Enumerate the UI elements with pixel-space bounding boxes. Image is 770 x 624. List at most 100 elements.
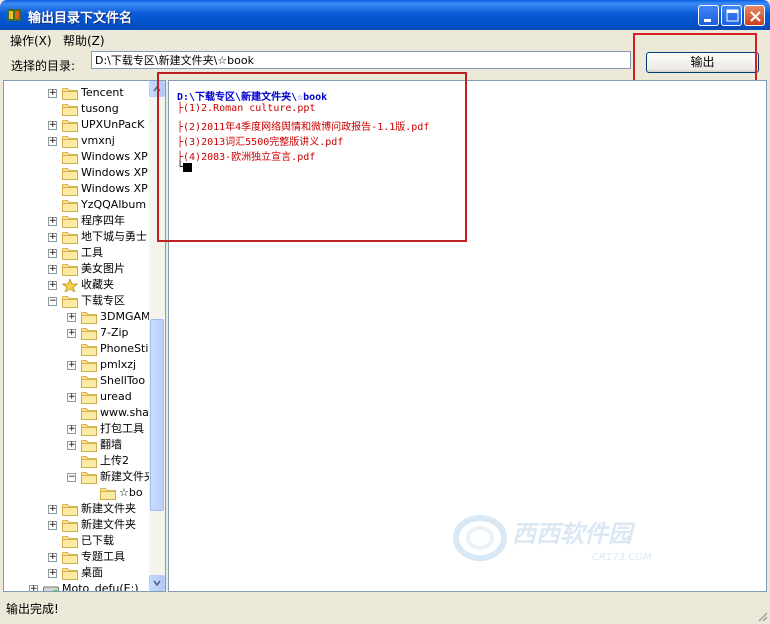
folder-icon (62, 152, 78, 164)
tree-item[interactable]: + 工具 (4, 245, 150, 261)
tree-item[interactable]: +3DMGAME (4, 309, 157, 325)
tree-item[interactable]: + uread (4, 389, 150, 405)
expand-icon[interactable]: + (48, 121, 57, 130)
expand-icon[interactable]: + (48, 505, 57, 514)
tree-item-label: 下载专区 (81, 294, 125, 307)
expand-icon[interactable]: + (48, 553, 57, 562)
folder-icon (81, 328, 97, 340)
tree-item[interactable]: ShellToo (4, 373, 150, 389)
tree-item-label: www.sha (100, 406, 149, 419)
tree-item-label: uread (100, 390, 132, 403)
maximize-button[interactable] (721, 5, 742, 26)
directory-label: 选择的目录: (11, 59, 76, 73)
folder-icon (62, 552, 78, 564)
watermark-text: 西西软件园 (512, 520, 636, 548)
tree-item[interactable]: + 程序四年 (4, 213, 150, 229)
collapse-icon[interactable]: − (48, 297, 57, 306)
expand-icon[interactable]: + (48, 281, 57, 290)
folder-icon (81, 360, 97, 372)
folder-icon (81, 312, 97, 324)
tree-item[interactable]: 上传2 (4, 453, 150, 469)
tree-item[interactable]: + vmxnj (4, 133, 150, 149)
app-window: 输出目录下文件名 操作(X) 帮助(Z) 选择的目录: D:\下载专区\新建文件… (0, 0, 770, 624)
folder-icon (62, 88, 78, 100)
tree-item[interactable]: + 美女图片 (4, 261, 150, 277)
tree-item[interactable]: +7-Zip (4, 325, 150, 341)
folder-icon (62, 520, 78, 532)
tree-item-label: PhoneSti (100, 342, 149, 355)
expand-icon[interactable]: + (29, 585, 38, 591)
folder-tree[interactable]: + Moto_defu(E:) + 桌面 + 专题工具 已下载 + 新建文件夹 + 新建文件夹 ☆bo… (3, 80, 166, 592)
menu-operate[interactable]: 操作(X) (10, 32, 52, 49)
tree-item-label: Windows XP (81, 150, 148, 163)
folder-icon (62, 216, 78, 228)
watermark-logo: 西西软件园 CR173.COM (450, 508, 690, 568)
folder-icon (81, 456, 97, 468)
tree-item[interactable]: − 下载专区 (4, 293, 150, 309)
tree-item[interactable]: + 地下城与勇士 (4, 229, 150, 245)
tree-item[interactable]: Windows XP (4, 181, 150, 197)
folder-icon (81, 408, 97, 420)
chevron-down-icon (153, 580, 161, 587)
tree-item[interactable]: www.sha (4, 405, 150, 421)
tree-item[interactable]: + Moto_defu(E:) (4, 581, 150, 592)
tree-item[interactable]: + 翻墙 (4, 437, 150, 453)
collapse-icon[interactable]: − (67, 473, 76, 482)
folder-icon (81, 344, 97, 356)
tree-item[interactable]: + 新建文件夹 (4, 501, 150, 517)
expand-icon[interactable]: + (67, 425, 76, 434)
window-title: 输出目录下文件名 (28, 11, 133, 26)
tree-item[interactable]: 已下载 (4, 533, 150, 549)
directory-field[interactable]: D:\下载专区\新建文件夹\☆book (91, 51, 631, 69)
expand-icon[interactable]: + (48, 265, 57, 274)
tree-item[interactable]: + 专题工具 (4, 549, 150, 565)
tree-item[interactable]: PhoneSti (4, 341, 150, 357)
tree-item-label: 专题工具 (81, 550, 125, 563)
expand-icon[interactable]: + (67, 361, 76, 370)
resize-grip-icon[interactable] (756, 610, 768, 622)
tree-item[interactable]: + UPXUnPacK (4, 117, 150, 133)
minimize-button[interactable] (698, 5, 719, 26)
expand-icon[interactable]: + (67, 313, 76, 322)
expand-icon[interactable]: + (48, 217, 57, 226)
tree-item[interactable]: Windows XP (4, 149, 150, 165)
tree-item[interactable]: + 收藏夹 (4, 277, 150, 293)
expand-icon[interactable]: + (48, 137, 57, 146)
expand-icon[interactable]: + (67, 441, 76, 450)
tree-item[interactable]: + 打包工具 (4, 421, 150, 437)
expand-icon[interactable]: + (67, 329, 76, 338)
tree-item-label: Moto_defu(E:) (62, 582, 139, 592)
scroll-down-button[interactable] (149, 575, 165, 591)
tree-item[interactable]: + 新建文件夹 (4, 517, 150, 533)
close-button[interactable] (744, 5, 765, 26)
folder-icon (62, 136, 78, 148)
tree-item[interactable]: Windows XP (4, 165, 150, 181)
tree-item-label: YzQQAlbum (81, 198, 147, 211)
tree-item-label: 7-Zip (100, 326, 129, 339)
expand-icon[interactable]: + (48, 521, 57, 530)
expand-icon[interactable]: + (48, 89, 57, 98)
tree-item[interactable]: ☆bo (4, 485, 150, 501)
tree-item-label: 已下载 (81, 534, 114, 547)
folder-icon (62, 120, 78, 132)
expand-icon[interactable]: + (48, 569, 57, 578)
tree-item[interactable]: − 新建文件夹 (4, 469, 155, 485)
tree-item-label: 打包工具 (100, 422, 144, 435)
tree-item-label: Windows XP (81, 166, 148, 179)
tree-item[interactable]: + pmlxzj (4, 357, 150, 373)
highlight-box-output (157, 72, 467, 242)
menu-help[interactable]: 帮助(Z) (63, 32, 105, 49)
expand-icon[interactable]: + (67, 393, 76, 402)
drive-icon (43, 586, 59, 591)
tree-item[interactable]: tusong (4, 101, 150, 117)
scroll-thumb[interactable] (150, 319, 164, 511)
tree-item[interactable]: + 桌面 (4, 565, 150, 581)
expand-icon[interactable]: + (48, 249, 57, 258)
expand-icon[interactable]: + (48, 233, 57, 242)
folder-icon (81, 392, 97, 404)
title-bar[interactable]: 输出目录下文件名 (0, 0, 770, 30)
tree-item[interactable]: + Tencent (4, 85, 150, 101)
tree-item-label: 翻墙 (100, 438, 122, 451)
tree-item[interactable]: YzQQAlbum (4, 197, 150, 213)
watermark-subtext: CR173.COM (592, 552, 652, 563)
